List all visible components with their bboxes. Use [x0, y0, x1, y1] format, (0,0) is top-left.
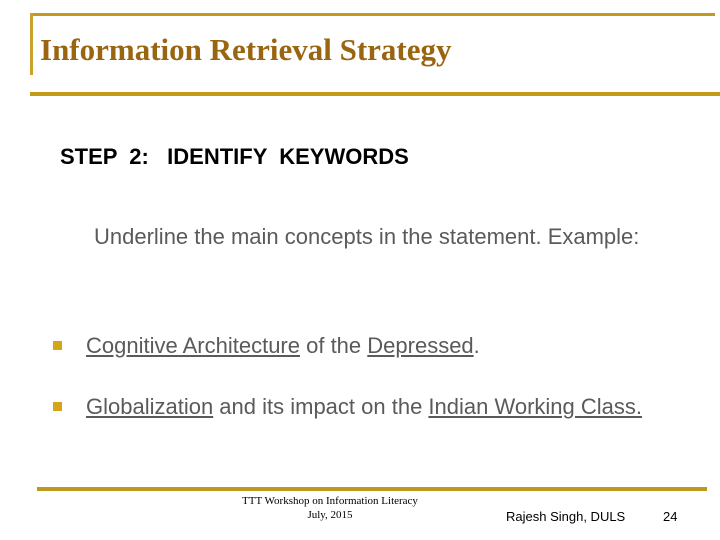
title-left-accent-bar	[30, 13, 33, 75]
title-top-rule	[30, 13, 715, 16]
square-bullet-icon	[53, 402, 62, 411]
slide: Information Retrieval Strategy STEP 2: I…	[0, 0, 720, 540]
page-title: Information Retrieval Strategy	[40, 32, 452, 67]
square-bullet-icon	[53, 341, 62, 350]
bullet-2-segment-1: and its impact on the	[213, 394, 429, 419]
bullet-1-segment-3: .	[473, 333, 480, 358]
footer-author: Rajesh Singh, DULS	[506, 509, 626, 524]
footer-rule	[37, 487, 707, 491]
bullet-1-segment-2: Depressed	[367, 333, 474, 358]
footer-event-date: July, 2015	[307, 509, 353, 521]
example-bullet-list: Cognitive Architecture of the Depressed.…	[50, 330, 668, 422]
footer-event-title: TTT Workshop on Information Literacy	[242, 495, 418, 507]
bullet-2-segment-2: Indian Working Class.	[428, 394, 642, 419]
intro-paragraph: Underline the main concepts in the state…	[94, 224, 640, 249]
bullet-2-segment-0: Globalization	[86, 394, 214, 419]
list-item: Cognitive Architecture of the Depressed.	[50, 330, 668, 361]
slide-number: 24	[663, 509, 678, 524]
bullet-1-segment-1: of the	[300, 333, 368, 358]
footer-event-info: TTT Workshop on Information Literacy Jul…	[180, 494, 480, 522]
step-heading: STEP 2: IDENTIFY KEYWORDS	[60, 144, 409, 169]
bullet-1-segment-0: Cognitive Architecture	[86, 333, 300, 358]
list-item: Globalization and its impact on the Indi…	[50, 391, 668, 422]
title-bottom-rule	[30, 92, 720, 96]
